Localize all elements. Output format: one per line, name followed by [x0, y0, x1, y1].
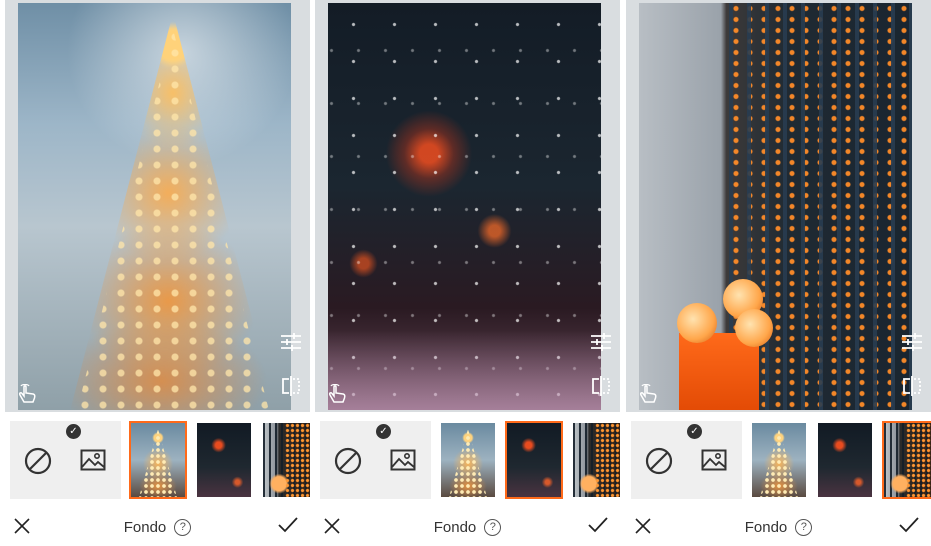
filter-thumb-fence[interactable] — [882, 421, 931, 499]
bottom-toolbar: Fondo? — [5, 510, 310, 546]
thumb-tree-image — [752, 423, 806, 497]
sliders-icon[interactable] — [901, 333, 923, 351]
filter-thumb-night[interactable] — [816, 421, 874, 499]
filter-thumb-tree[interactable] — [439, 421, 497, 499]
sliders-icon[interactable] — [590, 333, 612, 351]
photo-preview — [315, 0, 620, 412]
thumb-night-image — [197, 423, 251, 497]
compare-split-icon[interactable] — [280, 376, 302, 396]
sliders-icon[interactable] — [280, 333, 302, 351]
filter-thumb-night[interactable] — [195, 421, 253, 499]
checkmark-icon[interactable] — [899, 516, 919, 534]
toolbar-title: Fondo? — [5, 518, 310, 536]
help-circle-icon[interactable]: ? — [795, 518, 813, 536]
prohibited-icon — [24, 447, 52, 475]
filter-strip: ✓ — [315, 421, 620, 501]
toolbar-title: Fondo? — [315, 518, 620, 536]
night-street-photo — [328, 3, 601, 410]
thumb-fence-image — [884, 423, 931, 497]
compare-split-icon[interactable] — [901, 376, 923, 396]
hand-pointer-icon[interactable] — [638, 384, 660, 404]
fence-lights-photo — [639, 3, 912, 410]
snowy-road — [328, 330, 601, 410]
filter-none[interactable] — [320, 421, 376, 499]
thumb-tree-image — [441, 423, 495, 497]
filter-none[interactable] — [631, 421, 687, 499]
editor-panel-3: ✓ Fondo? — [626, 0, 931, 546]
compare-split-icon[interactable] — [590, 376, 612, 396]
check-badge-icon: ✓ — [687, 424, 702, 439]
help-circle-icon[interactable]: ? — [174, 518, 192, 536]
hand-pointer-icon[interactable] — [327, 384, 349, 404]
hand-pointer-icon[interactable] — [17, 384, 39, 404]
thumb-fence-image — [573, 423, 620, 497]
prohibited-icon — [334, 447, 362, 475]
filter-thumb-tree[interactable] — [750, 421, 808, 499]
image-icon — [701, 449, 727, 471]
check-badge-icon: ✓ — [66, 424, 81, 439]
toolbar-title: Fondo? — [626, 518, 931, 536]
filter-thumb-fence[interactable] — [571, 421, 620, 499]
filter-none[interactable] — [10, 421, 66, 499]
thumb-fence-image — [263, 423, 310, 497]
light-globe — [677, 303, 717, 343]
filter-thumb-night[interactable] — [505, 421, 563, 499]
christmas-tree-photo — [18, 3, 291, 410]
light-globe — [735, 309, 773, 347]
editor-panel-1: ✓ Fondo? — [5, 0, 310, 546]
bottom-toolbar: Fondo? — [626, 510, 931, 546]
editor-panel-2: ✓ Fondo? — [315, 0, 620, 546]
thumb-night-image — [507, 423, 561, 497]
filter-background[interactable]: ✓ — [373, 421, 431, 499]
filter-strip: ✓ — [5, 421, 310, 501]
title-text: Fondo — [123, 518, 167, 536]
tree-lights — [76, 29, 270, 410]
bottom-toolbar: Fondo? — [315, 510, 620, 546]
prohibited-icon — [645, 447, 673, 475]
check-badge-icon: ✓ — [376, 424, 391, 439]
image-icon — [390, 449, 416, 471]
help-circle-icon[interactable]: ? — [484, 518, 502, 536]
filter-thumb-fence[interactable] — [261, 421, 310, 499]
checkmark-icon[interactable] — [588, 516, 608, 534]
filter-strip: ✓ — [626, 421, 931, 501]
image-icon — [80, 449, 106, 471]
photo-preview — [626, 0, 931, 412]
filter-background[interactable]: ✓ — [63, 421, 121, 499]
photo-preview — [5, 0, 310, 412]
filter-thumb-tree[interactable] — [129, 421, 187, 499]
thumb-tree-image — [131, 423, 185, 497]
thumb-night-image — [818, 423, 872, 497]
title-text: Fondo — [744, 518, 788, 536]
filter-background[interactable]: ✓ — [684, 421, 742, 499]
title-text: Fondo — [433, 518, 477, 536]
checkmark-icon[interactable] — [278, 516, 298, 534]
